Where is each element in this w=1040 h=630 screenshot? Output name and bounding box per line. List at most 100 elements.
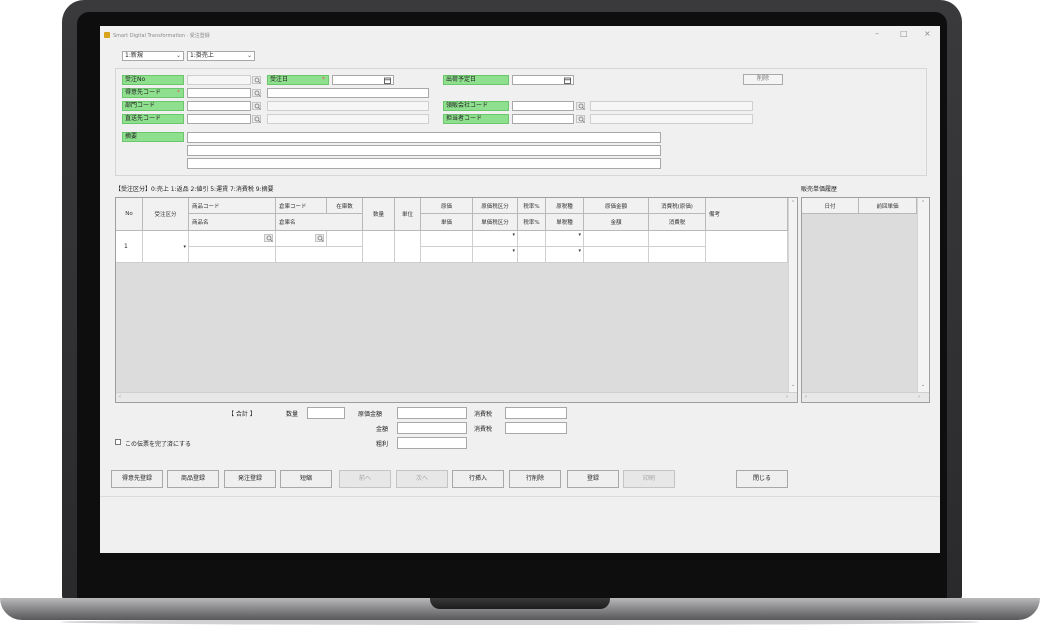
row-price-tax-class-cell[interactable]: ▾ <box>473 247 518 263</box>
insert-row-button[interactable]: 行挿入 <box>452 470 504 488</box>
billing-company-name-field <box>590 101 753 111</box>
search-icon[interactable] <box>315 234 324 242</box>
calendar-icon[interactable] <box>564 77 571 84</box>
summary-field-3[interactable] <box>187 158 661 169</box>
grid-horizontal-scrollbar[interactable]: ‹ › <box>116 392 797 402</box>
gross-profit-field <box>397 437 467 449</box>
dropdown-icon[interactable]: ▾ <box>183 244 186 250</box>
col-header-product-name: 商品名 <box>189 214 276 231</box>
row-no: 1 <box>116 231 143 263</box>
grid-vertical-scrollbar[interactable]: ⌃ ⌄ <box>788 198 797 392</box>
row-unit-cell[interactable] <box>395 231 421 263</box>
delivery-code-field[interactable] <box>187 114 251 124</box>
order-date-field[interactable] <box>332 75 394 85</box>
type-select[interactable]: 1:掛売上 ⌄ <box>187 51 255 61</box>
total-qty-field <box>307 407 345 419</box>
dropdown-icon[interactable]: ▾ <box>578 248 581 254</box>
history-header-date: 日付 <box>802 198 859 214</box>
customer-register-button[interactable]: 得意先登録 <box>111 470 163 488</box>
col-header-cost-tax: 消費税(原価) <box>649 198 706 214</box>
register-button[interactable]: 登録 <box>567 470 619 488</box>
row-product-code-cell[interactable] <box>189 231 276 247</box>
total-amount-label: 金額 <box>376 426 389 433</box>
product-register-button[interactable]: 商品登録 <box>167 470 219 488</box>
search-icon[interactable] <box>576 115 585 123</box>
type-select-value: 1:掛売上 <box>190 52 214 59</box>
summary-field-2[interactable] <box>187 145 661 156</box>
search-icon[interactable] <box>576 102 585 110</box>
department-code-field[interactable] <box>187 101 251 111</box>
row-warehouse-code-cell[interactable] <box>276 231 327 247</box>
col-header-amount: 金額 <box>584 214 649 231</box>
summary-field-1[interactable] <box>187 132 661 143</box>
col-header-qty: 数量 <box>363 198 395 231</box>
row-qty-cell[interactable] <box>363 231 395 263</box>
customer-code-label: 得意先コード * <box>122 88 184 98</box>
dropdown-icon[interactable]: ▾ <box>578 232 581 238</box>
row-cost-tax-class-cell[interactable]: ▾ <box>473 231 518 247</box>
dropdown-icon[interactable]: ▾ <box>512 232 515 238</box>
total-amount-field <box>397 422 467 434</box>
row-price-tax-kind-cell[interactable]: ▾ <box>546 247 584 263</box>
maximize-button[interactable]: □ <box>900 29 908 38</box>
row-cost-cell[interactable] <box>421 231 473 247</box>
mode-select[interactable]: 1:新規 ⌄ <box>122 51 184 61</box>
row-remarks-cell[interactable] <box>706 231 788 263</box>
row-unit-price-cell[interactable] <box>421 247 473 263</box>
customer-code-label-text: 得意先コード <box>125 89 162 96</box>
search-icon[interactable] <box>252 115 261 123</box>
ship-date-label: 出荷予定日 <box>443 75 509 85</box>
dropdown-icon[interactable]: ▾ <box>512 248 515 254</box>
row-cost-amount-cell <box>584 231 649 247</box>
row-tax-cell <box>649 247 706 263</box>
required-mark: * <box>177 89 180 96</box>
col-header-cost-tax-class: 原価税区分 <box>473 198 518 214</box>
row-product-name-cell[interactable] <box>189 247 276 263</box>
order-date-label-text: 受注日 <box>270 76 289 83</box>
search-icon[interactable] <box>252 102 261 110</box>
price-history-grid: 日付 前回単価 ⌃ ⌄ ‹ › <box>801 197 930 403</box>
mode-select-value: 1:新規 <box>125 52 143 59</box>
customer-name-field[interactable] <box>267 88 429 98</box>
row-cost-tax-kind-cell[interactable]: ▾ <box>546 231 584 247</box>
delivery-code-label: 直送先コード <box>122 114 184 124</box>
prev-button[interactable]: 前へ <box>339 470 391 488</box>
order-type-legend: 【受注区分】0:売上 1:返品 2:値引 5:運賃 7:消費税 9:摘要 <box>115 186 274 193</box>
summary-label: 摘要 <box>122 132 184 142</box>
print-button[interactable]: 印刷 <box>623 470 675 488</box>
row-order-type-cell[interactable]: ▾ <box>143 231 189 263</box>
purchase-order-register-button[interactable]: 発注登録 <box>224 470 276 488</box>
app-window: Smart Digital Transformation · 受注登録 – □ … <box>100 26 940 553</box>
delete-row-button[interactable]: 行削除 <box>509 470 561 488</box>
row-tax-rate-2-cell <box>518 247 546 263</box>
footer-divider <box>100 496 940 497</box>
shortcut-button[interactable]: 短縮 <box>280 470 332 488</box>
search-icon[interactable] <box>252 76 261 84</box>
col-header-product-code: 商品コード <box>189 198 276 214</box>
window-title: Smart Digital Transformation · 受注登録 <box>113 33 210 39</box>
history-horizontal-scrollbar[interactable]: ‹ › <box>802 392 929 402</box>
total-cost-amount-field <box>397 407 467 419</box>
minimize-button[interactable]: – <box>875 29 879 38</box>
order-no-field[interactable] <box>187 75 251 85</box>
order-lines-grid: No 受注区分 商品コード 倉庫コード 在庫数 数量 単位 原価 原価税区分 税… <box>115 197 798 403</box>
search-icon[interactable] <box>252 89 261 97</box>
total-tax-label-1: 消費税 <box>474 411 493 418</box>
col-header-cost-tax-kind: 原税種 <box>546 198 584 214</box>
staff-code-field[interactable] <box>512 114 574 124</box>
calendar-icon[interactable] <box>384 77 391 84</box>
total-cost-amount-label: 原価金額 <box>358 411 383 418</box>
delete-button[interactable]: 削除 <box>743 74 783 85</box>
laptop-notch <box>430 598 610 609</box>
department-name-field <box>267 101 429 111</box>
history-vertical-scrollbar[interactable]: ⌃ ⌄ <box>917 198 929 392</box>
next-button[interactable]: 次へ <box>396 470 448 488</box>
search-icon[interactable] <box>264 234 273 242</box>
complete-checkbox[interactable] <box>115 439 121 445</box>
billing-company-field[interactable] <box>512 101 574 111</box>
ship-date-field[interactable] <box>512 75 574 85</box>
close-button[interactable]: × <box>924 29 931 38</box>
close-form-button[interactable]: 閉じる <box>736 470 788 488</box>
price-history-title: 販売単価履歴 <box>801 186 838 193</box>
customer-code-field[interactable] <box>187 88 251 98</box>
